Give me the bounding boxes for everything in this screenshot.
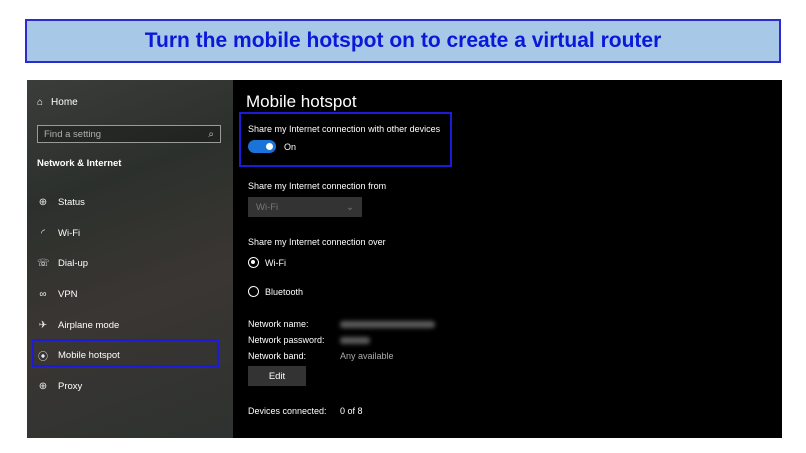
sidebar: ⌂ Home ⌕ Network & Internet ⊕ Status ◜ W…: [27, 80, 233, 438]
vpn-icon: ∞: [39, 288, 47, 300]
home-label: Home: [51, 97, 78, 108]
main-panel: Mobile hotspot Share my Internet connect…: [233, 80, 782, 438]
search-icon[interactable]: ⌕: [208, 129, 214, 140]
sidebar-item-label: Wi-Fi: [58, 227, 81, 239]
share-from-value: Wi-Fi: [256, 201, 279, 213]
sidebar-item-mobile-hotspot[interactable]: ⦿ Mobile hotspot: [37, 347, 120, 363]
search-box[interactable]: ⌕: [37, 125, 221, 143]
sidebar-item-dialup[interactable]: ☏ Dial-up: [37, 255, 88, 271]
sidebar-item-label: Status: [58, 196, 85, 208]
sidebar-item-label: Mobile hotspot: [58, 349, 120, 361]
sidebar-item-label: Dial-up: [58, 257, 89, 269]
sidebar-item-vpn[interactable]: ∞ VPN: [37, 286, 78, 302]
share-from-dropdown[interactable]: Wi-Fi ⌄: [248, 197, 362, 217]
radio-wifi[interactable]: [248, 257, 259, 268]
network-password-label: Network password:: [248, 335, 325, 345]
devices-connected-label: Devices connected:: [248, 406, 327, 416]
toggle-state: On: [284, 142, 297, 152]
hotspot-toggle[interactable]: [248, 140, 276, 153]
sidebar-item-label: VPN: [58, 288, 78, 300]
sidebar-item-status[interactable]: ⊕ Status: [37, 194, 85, 210]
share-over-label: Share my Internet connection over: [248, 237, 386, 247]
search-input[interactable]: [44, 128, 194, 140]
sidebar-item-label: Proxy: [58, 380, 83, 392]
home-icon: ⌂: [37, 97, 44, 108]
sidebar-item-proxy[interactable]: ⊕ Proxy: [37, 378, 83, 394]
share-from-label: Share my Internet connection from: [248, 181, 387, 191]
radio-wifi-label: Wi-Fi: [265, 258, 286, 268]
section-title: Network & Internet: [37, 158, 122, 169]
radio-bluetooth[interactable]: [248, 286, 259, 297]
globe-status-icon: ⊕: [38, 196, 48, 208]
sidebar-item-wifi[interactable]: ◜ Wi-Fi: [37, 225, 80, 241]
sidebar-item-home[interactable]: ⌂ Home: [37, 97, 78, 108]
devices-connected-value: 0 of 8: [340, 406, 363, 416]
wifi-icon: ◜: [41, 227, 45, 239]
sidebar-item-label: Airplane mode: [58, 319, 120, 331]
share-label: Share my Internet connection with other …: [248, 124, 441, 134]
radio-bluetooth-label: Bluetooth: [265, 287, 304, 297]
banner-text: Turn the mobile hotspot on to create a v…: [144, 29, 662, 52]
page-title: Mobile hotspot: [246, 92, 357, 111]
instruction-banner: Turn the mobile hotspot on to create a v…: [25, 19, 781, 63]
network-band-value: Any available: [340, 351, 394, 361]
network-name-label: Network name:: [248, 319, 309, 329]
network-name-value-redacted: [340, 321, 435, 328]
chevron-down-icon: ⌄: [346, 201, 354, 213]
network-band-label: Network band:: [248, 351, 307, 361]
dialup-icon: ☏: [37, 257, 50, 269]
airplane-icon: ✈: [38, 319, 48, 331]
sidebar-item-airplane-mode[interactable]: ✈ Airplane mode: [37, 317, 119, 333]
network-password-value-redacted: [340, 337, 370, 344]
hotspot-icon: ⦿: [38, 351, 48, 363]
globe-proxy-icon: ⊕: [38, 380, 48, 392]
edit-button[interactable]: Edit: [248, 366, 306, 386]
settings-window: ⌂ Home ⌕ Network & Internet ⊕ Status ◜ W…: [27, 80, 782, 438]
